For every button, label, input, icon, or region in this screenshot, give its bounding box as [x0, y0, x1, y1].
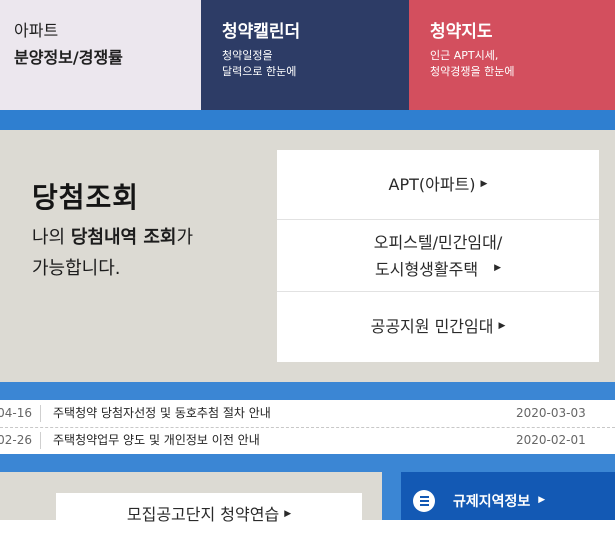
notice-top-band [0, 382, 615, 400]
menu-item-public-rental[interactable]: 공공지원 민간임대 ▶ [277, 292, 599, 362]
lottery-desc-post: 가 [176, 227, 194, 248]
notice-row[interactable]: 02-26 주택청약업무 양도 및 개인정보 이전 안내 2020-02-01 [0, 427, 615, 454]
notice-left-date: 04-16 [0, 406, 32, 420]
lottery-menu: APT(아파트) ▶ 오피스텔/민간임대/ 도시형생활주택 ▶ 공공지원 민간임대 ▶ [277, 150, 599, 362]
menu-item-officetel[interactable]: 오피스텔/민간임대/ 도시형생활주택 ▶ [277, 220, 599, 292]
notice-date: 2020-02-01 [516, 433, 586, 447]
lottery-desc-bold: 당첨내역 조회 [70, 227, 177, 248]
lottery-desc-pre: 나의 [32, 227, 71, 248]
menu-item-officetel-line1: 오피스텔/민간임대/ [373, 233, 503, 252]
calendar-desc-line2: 달력으로 한눈에 [222, 65, 297, 78]
map-title: 청약지도 [430, 22, 493, 42]
map-desc-line1: 인근 APT시세, [430, 49, 499, 62]
calendar-tile[interactable]: 청약캘린더 청약일정을 달력으로 한눈에 [201, 0, 409, 110]
practice-subscription-label: 모집공고단지 청약연습 [126, 505, 280, 524]
arrow-right-icon: ▶ [498, 320, 506, 331]
calendar-title: 청약캘린더 [222, 22, 301, 42]
map-desc-line2: 청약경쟁을 한눈에 [430, 65, 515, 78]
menu-item-officetel-line2: 도시형생활주택 [375, 260, 479, 279]
arrow-right-icon: ▶ [284, 508, 292, 519]
menu-item-public-rental-label: 공공지원 민간임대 [370, 317, 494, 336]
notice-bottom-band [0, 454, 615, 462]
regulated-region-label: 규제지역정보 ▶ [453, 492, 545, 512]
lottery-desc-line2: 가능합니다. [32, 258, 121, 279]
menu-item-apt-label: APT(아파트) [388, 175, 476, 194]
blue-divider-band [0, 110, 615, 130]
arrow-right-icon: ▶ [494, 263, 501, 273]
lottery-section: 당첨조회 나의 당첨내역 조회가 가능합니다. APT(아파트) ▶ 오피스텔/민… [0, 130, 615, 382]
lottery-title: 당첨조회 [32, 181, 140, 214]
notice-date: 2020-03-03 [516, 406, 586, 420]
lottery-description: 나의 당첨내역 조회가 가능합니다. [32, 222, 193, 284]
practice-subscription-button[interactable]: 모집공고단지 청약연습 ▶ [56, 493, 362, 533]
regulated-region-button[interactable]: 규제지역정보 ▶ [401, 472, 615, 520]
document-list-icon [413, 490, 435, 512]
notice-list: 04-16 주택청약 당첨자선정 및 동호추첨 절차 안내 2020-03-03… [0, 400, 615, 454]
apt-info-title: 분양정보/경쟁률 [14, 48, 123, 67]
calendar-desc-line1: 청약일정을 [222, 49, 273, 62]
apt-info-sub: 아파트 [14, 21, 59, 40]
map-tile[interactable]: 청약지도 인근 APT시세, 청약경쟁을 한눈에 [409, 0, 615, 110]
apt-info-tile[interactable]: 아파트 분양정보/경쟁률 [0, 0, 201, 110]
notice-separator [40, 405, 41, 422]
arrow-right-icon: ▶ [480, 178, 488, 189]
arrow-right-icon: ▶ [538, 495, 546, 505]
notice-row[interactable]: 04-16 주택청약 당첨자선정 및 동호추첨 절차 안내 2020-03-03 [0, 400, 615, 428]
notice-title[interactable]: 주택청약 당첨자선정 및 동호추첨 절차 안내 [53, 400, 271, 427]
notice-left-date: 02-26 [0, 433, 32, 447]
notice-separator [40, 432, 41, 449]
notice-title[interactable]: 주택청약업무 양도 및 개인정보 이전 안내 [53, 427, 260, 454]
menu-item-apt[interactable]: APT(아파트) ▶ [277, 150, 599, 220]
